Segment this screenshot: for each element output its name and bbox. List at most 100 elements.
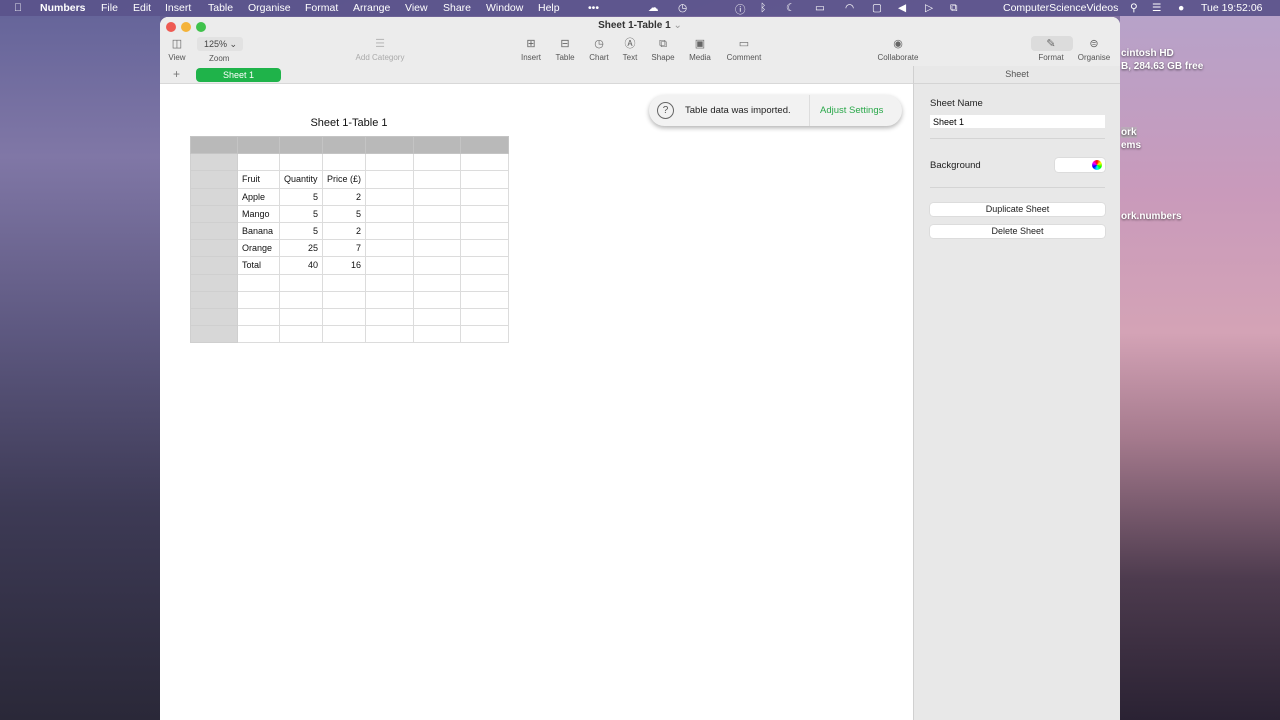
table-cell[interactable] [365,325,415,344]
row-header[interactable] [190,170,238,189]
table-cell[interactable] [413,256,462,275]
menu-app[interactable]: Numbers [40,2,86,14]
table-cell[interactable]: 2 [321,221,367,241]
table-cell[interactable]: Orange [237,239,280,258]
table-title[interactable]: Sheet 1-Table 1 [190,117,508,129]
table-cell[interactable]: Apple [237,187,280,206]
menu-clock[interactable]: Tue 19:52:06 [1201,2,1263,14]
column-header[interactable] [190,135,238,155]
apple-icon[interactable]:  [14,2,22,14]
table-cell[interactable] [460,170,510,189]
column-header[interactable] [321,135,367,155]
table-cell[interactable] [460,221,510,241]
table-cell[interactable] [460,187,510,206]
table-cell[interactable] [460,307,510,327]
table-cell[interactable] [365,153,415,172]
table-cell[interactable] [460,273,510,292]
column-header[interactable] [460,135,510,155]
table-cell[interactable] [413,187,462,206]
table-cell[interactable] [279,153,323,172]
comment-button[interactable]: ▭ Comment [722,37,766,62]
sheet-tab[interactable]: Sheet 1 [196,68,281,82]
row-header[interactable] [190,221,238,241]
time-machine-icon[interactable]: ◷ [678,2,687,14]
media-button[interactable]: ▣ Media [678,37,722,62]
siri-icon[interactable]: ● [1178,2,1184,14]
adjust-settings-button[interactable]: Adjust Settings [820,105,883,116]
add-sheet-button[interactable]: + [173,67,180,81]
menu-share[interactable]: Share [443,2,471,14]
add-category-button[interactable]: ☰ Add Category [345,37,415,62]
table-cell[interactable] [365,221,415,241]
table-cell[interactable] [460,256,510,275]
data-table[interactable]: Fruit Quantity Price (£) Apple 5 2 Mango 5 5 Bana… [190,135,510,344]
table-cell[interactable] [321,325,367,344]
table-cell[interactable] [237,153,280,172]
window-icon[interactable]: ⧉ [950,2,958,15]
play-icon[interactable]: ▷ [925,2,933,14]
row-header[interactable] [190,307,238,327]
table-cell[interactable]: 16 [321,256,367,275]
table-cell[interactable] [413,170,462,189]
duplicate-sheet-button[interactable]: Duplicate Sheet [930,203,1105,216]
more-icon[interactable]: ••• [588,2,599,14]
table-cell[interactable] [413,290,462,309]
table-cell[interactable] [237,325,280,344]
table-cell[interactable] [460,290,510,309]
info-icon[interactable]: ⓘ [735,2,746,17]
zoom-select[interactable]: 125% ⌄ [197,37,243,51]
control-center-icon[interactable]: ☰ [1152,2,1161,14]
table-cell[interactable]: Quantity [279,170,323,189]
desktop-folder[interactable]: ork [1121,127,1137,138]
menu-insert[interactable]: Insert [165,2,191,14]
row-header[interactable] [190,204,238,223]
sheet-name-input[interactable] [930,115,1105,128]
column-header[interactable] [365,135,415,155]
column-header[interactable] [237,135,280,155]
organise-button[interactable]: ⊜ Organise [1072,37,1116,62]
display-icon[interactable]: ▢ [872,2,882,14]
table-cell[interactable]: Banana [237,221,280,241]
column-header[interactable] [413,135,462,155]
table-cell[interactable] [460,239,510,258]
view-button[interactable]: ◫ View [160,37,199,62]
table-cell[interactable] [365,307,415,327]
collaborate-button[interactable]: ◉ Collaborate [868,37,928,62]
menu-edit[interactable]: Edit [133,2,151,14]
row-header[interactable] [190,239,238,258]
row-header[interactable] [190,290,238,309]
table-cell[interactable] [321,307,367,327]
column-header[interactable] [279,135,323,155]
wifi-icon[interactable]: ◠ [845,2,854,14]
canvas[interactable]: Sheet 1-Table 1 Fruit Quantity Price (£) Ap… [160,84,913,720]
table-cell[interactable] [365,273,415,292]
table-cell[interactable] [365,239,415,258]
table-cell[interactable] [321,290,367,309]
table-cell[interactable] [460,204,510,223]
table-cell[interactable]: 5 [279,204,323,223]
table-cell[interactable] [365,290,415,309]
table-cell[interactable]: Price (£) [321,170,367,189]
table-cell[interactable]: 25 [279,239,323,258]
help-icon[interactable]: ? [657,102,674,119]
table-cell[interactable]: 2 [321,187,367,206]
menu-window[interactable]: Window [486,2,523,14]
table-cell[interactable] [279,307,323,327]
table-cell[interactable]: 40 [279,256,323,275]
chevron-down-icon[interactable]: ⌄ [674,20,682,31]
table-cell[interactable] [237,273,280,292]
format-button[interactable]: ✎ Format [1029,37,1073,62]
desktop-file[interactable]: ork.numbers [1121,211,1182,222]
row-header[interactable] [190,256,238,275]
menu-view[interactable]: View [405,2,428,14]
table-cell[interactable] [413,273,462,292]
table-cell[interactable] [365,170,415,189]
volume-icon[interactable]: ◀ [898,2,906,14]
table-cell[interactable] [365,204,415,223]
sidebar-tab-sheet[interactable]: Sheet [914,66,1120,84]
menu-organise[interactable]: Organise [248,2,291,14]
table-cell[interactable]: 5 [279,187,323,206]
table-cell[interactable] [460,325,510,344]
table-cell[interactable]: Fruit [237,170,280,189]
row-header[interactable] [190,187,238,206]
